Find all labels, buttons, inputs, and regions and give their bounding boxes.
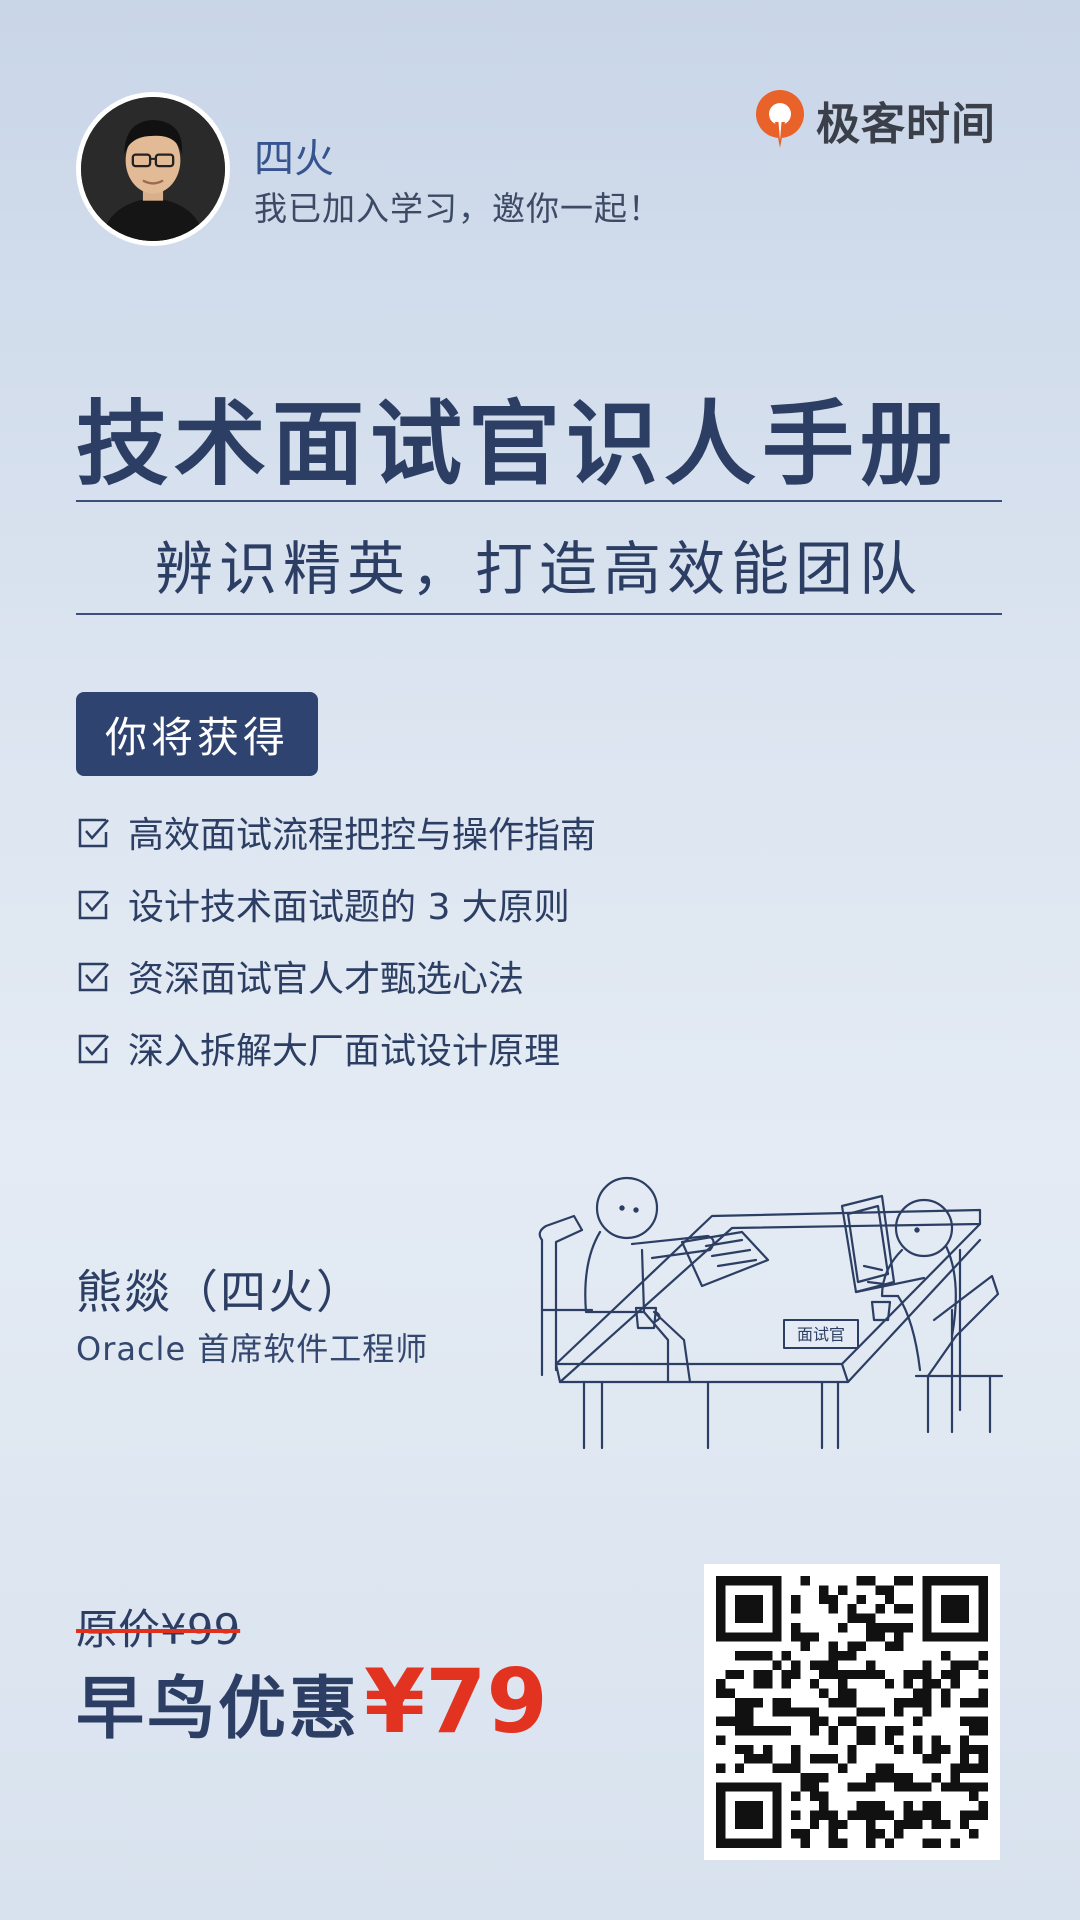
checkbox-checked-icon (78, 962, 109, 992)
interviewer-sign: 面试官 (783, 1319, 859, 1349)
interviewer-head-icon (894, 1198, 954, 1258)
right-chair-icon (926, 1274, 1000, 1378)
avatar-portrait-icon (81, 97, 225, 241)
candidate-head-icon (595, 1176, 659, 1240)
benefit-text: 资深面试官人才甄选心法 (128, 959, 525, 1000)
original-price: 原价¥99 (76, 1605, 241, 1654)
course-title: 技术面试官识人手册 (76, 391, 959, 498)
benefit-text: 设计技术面试题的 3 大原则 (128, 887, 570, 928)
checkbox-checked-icon (78, 890, 109, 920)
benefit-item: 资深面试官人才甄选心法 (76, 940, 596, 1012)
qr-code-icon (716, 1576, 988, 1848)
benefit-item: 深入拆解大厂面试设计原理 (76, 1012, 596, 1084)
cup-icon (870, 1300, 892, 1322)
brand-name: 极客时间 (816, 99, 996, 150)
inviter-avatar (76, 92, 230, 246)
checkbox-checked-icon (78, 818, 109, 848)
author-name: 熊燚（四火） (76, 1265, 364, 1319)
benefits-heading: 你将获得 (76, 692, 318, 776)
brand-logo: 极客时间 (752, 88, 996, 152)
geektime-logo-icon (756, 90, 804, 148)
left-chair-icon (538, 1214, 584, 1372)
inviter-name: 四火 (254, 136, 334, 182)
author-title: Oracle 首席软件工程师 (76, 1330, 429, 1368)
promo-price-row: 早鸟优惠 ¥79 (76, 1650, 548, 1753)
sign-label: 面试官 (797, 1325, 845, 1344)
title-divider-bottom (76, 613, 1002, 615)
checkbox-checked-icon (78, 1034, 109, 1064)
promo-label: 早鸟优惠 (76, 1670, 361, 1749)
qr-code[interactable] (704, 1564, 1000, 1860)
laptop-icon (840, 1194, 896, 1294)
inviter-message: 我已加入学习，邀你一起！ (254, 189, 662, 228)
interview-illustration: 面试官 (538, 1176, 1004, 1450)
desk-top (554, 1208, 982, 1384)
benefits-list: 高效面试流程把控与操作指南 设计技术面试题的 3 大原则 资深面试官人才甄选心法… (76, 796, 596, 1084)
course-subtitle: 辨识精英，打造高效能团队 (154, 535, 923, 603)
title-divider-top (76, 500, 1002, 502)
benefit-item: 设计技术面试题的 3 大原则 (76, 868, 596, 940)
benefit-text: 高效面试流程把控与操作指南 (128, 815, 597, 856)
promo-price: ¥79 (364, 1650, 548, 1753)
benefit-text: 深入拆解大厂面试设计原理 (128, 1031, 561, 1072)
document-icon (680, 1230, 770, 1288)
benefit-item: 高效面试流程把控与操作指南 (76, 796, 596, 868)
